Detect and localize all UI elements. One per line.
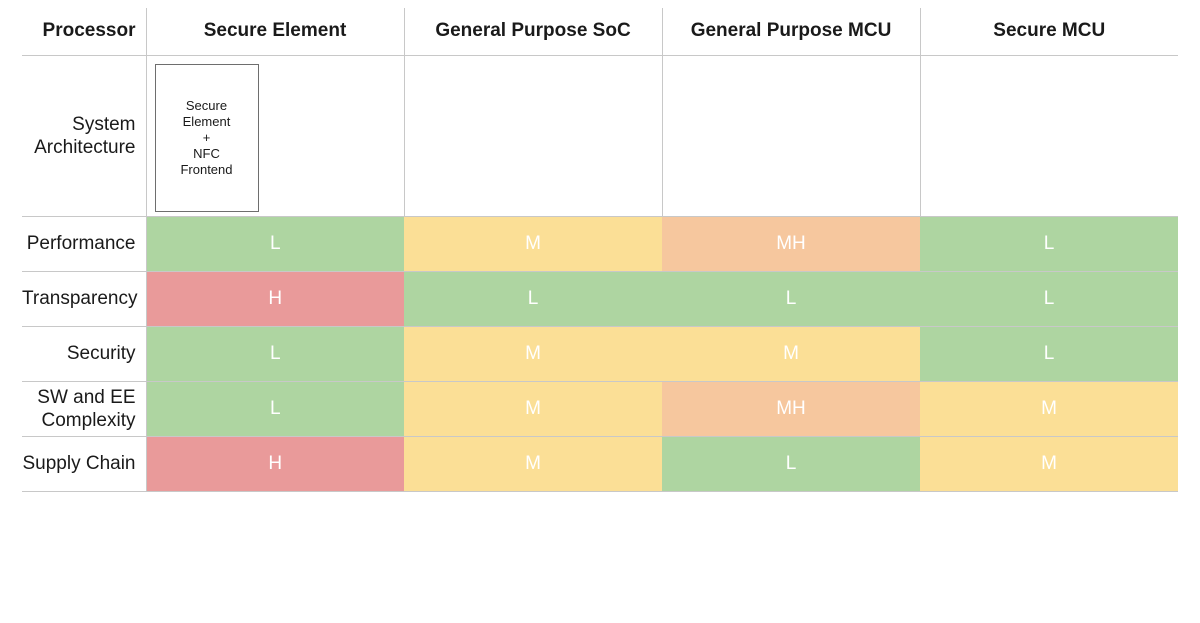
row-label-transparency: Transparency (22, 271, 147, 327)
row-label-security: Security (22, 326, 147, 382)
architecture-cell-general-purpose-soc (404, 55, 663, 217)
rating-cell: MH (662, 216, 920, 272)
rating-cell: M (662, 326, 920, 382)
rating-cell: L (404, 271, 662, 327)
row-label-performance: Performance (22, 216, 147, 272)
row-label-sw-and-ee-complexity: SW and EE Complexity (22, 381, 147, 437)
header-secure-element: Secure Element (146, 8, 405, 56)
rating-cell: L (146, 326, 404, 382)
architecture-cell-general-purpose-mcu (662, 55, 921, 217)
header-general-purpose-mcu: General Purpose MCU (662, 8, 921, 56)
rating-cell: L (920, 326, 1178, 382)
diagram-general-purpose-soc (405, 56, 662, 216)
table-body: System Architecture Secure Element + NFC… (22, 55, 1179, 217)
row-label-system-architecture: System Architecture (22, 55, 147, 217)
row-label-supply-chain: Supply Chain (22, 436, 147, 492)
rating-cell: L (920, 271, 1178, 327)
rating-cell: L (146, 381, 404, 437)
rating-cell: M (920, 381, 1178, 437)
rating-cell: M (404, 326, 662, 382)
diagram-general-purpose-mcu (663, 56, 920, 216)
criteria-rows: Performance L M MH L Transparency H L L L Security… (22, 216, 1178, 492)
criteria-row: Supply Chain H M L M (22, 436, 1178, 492)
rating-cell: M (404, 436, 662, 492)
criteria-row: Security L M M L (22, 326, 1178, 382)
system-architecture-row: System Architecture Secure Element + NFC… (22, 55, 1179, 217)
criteria-row: Transparency H L L L (22, 271, 1178, 327)
risk-matrix-page: Processor Secure Element General Purpose… (0, 0, 1200, 623)
rating-cell: L (662, 436, 920, 492)
legend (280, 521, 920, 613)
table-header: Processor Secure Element General Purpose… (22, 8, 1178, 56)
criteria-row: Performance L M MH L (22, 216, 1178, 272)
architecture-cell-secure-element: Secure Element + NFC Frontend (146, 55, 405, 217)
diagram-secure-mcu (921, 56, 1179, 216)
rating-cell: H (146, 271, 404, 327)
criteria-row: SW and EE Complexity L M MH M (22, 381, 1178, 437)
header-secure-mcu: Secure MCU (920, 8, 1178, 56)
rating-cell: L (662, 271, 920, 327)
rating-cell: L (146, 216, 404, 272)
architecture-cell-secure-mcu (920, 55, 1179, 217)
rating-cell: H (146, 436, 404, 492)
rating-cell: L (920, 216, 1178, 272)
processor-comparison-table: Processor Secure Element General Purpose… (22, 8, 1178, 492)
rating-cell: MH (662, 381, 920, 437)
node-main-secure-element: Secure Element + NFC Frontend (154, 63, 259, 212)
diagram-secure-element: Secure Element + NFC Frontend (147, 56, 404, 216)
rating-cell: M (920, 436, 1178, 492)
header-processor: Processor (22, 8, 147, 56)
rating-cell: M (404, 216, 662, 272)
header-general-purpose-soc: General Purpose SoC (404, 8, 663, 56)
header-row: Processor Secure Element General Purpose… (22, 8, 1178, 56)
rating-cell: M (404, 381, 662, 437)
